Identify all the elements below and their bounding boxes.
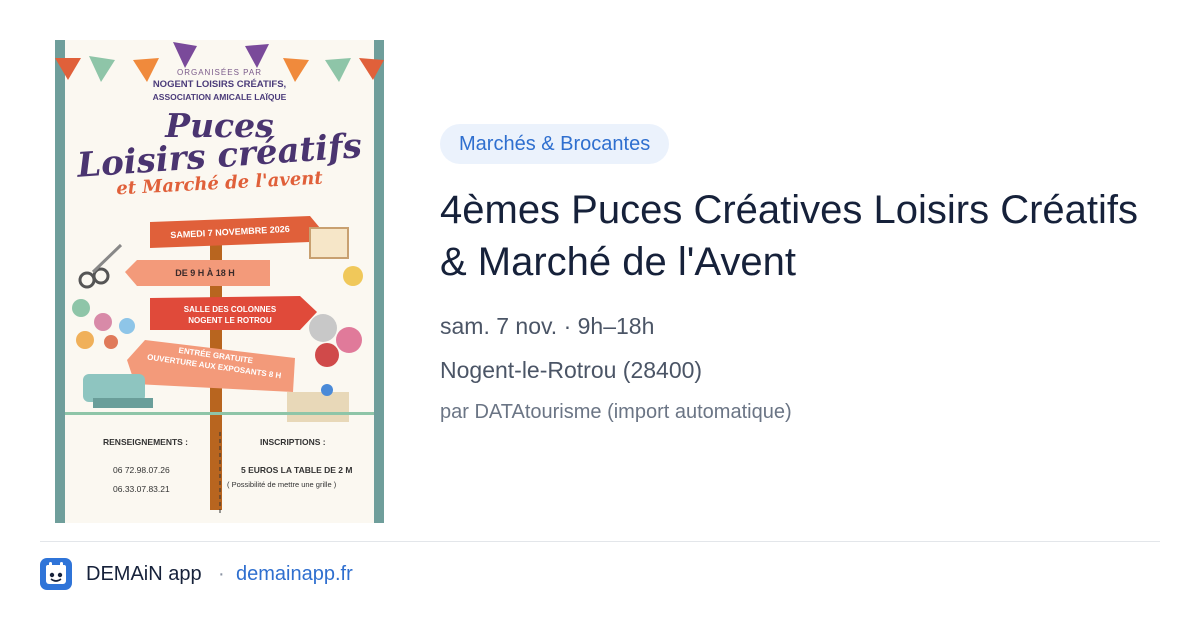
app-logo-icon	[40, 558, 72, 590]
event-poster-image: ORGANISÉES PAR NOGENT LOISIRS CRÉATIFS, …	[55, 40, 384, 523]
poster-sign-place: SALLE DES COLONNES NOGENT LE ROTROU	[155, 304, 305, 326]
event-datetime: sam. 7 nov. · 9h–18h	[440, 313, 655, 339]
footer-separator: ·	[218, 563, 225, 585]
poster-price-note: ( Possibilité de mettre une grille )	[227, 480, 337, 489]
poster-sign-place-line2: NOGENT LE ROTROU	[188, 316, 272, 325]
event-share-card: ORGANISÉES PAR NOGENT LOISIRS CRÉATIFS, …	[0, 0, 1200, 630]
event-source: par DATAtourisme (import automatique)	[440, 401, 792, 423]
poster-organised-by: ORGANISÉES PAR	[177, 68, 262, 77]
event-location: Nogent-le-Rotrou (28400)	[440, 357, 703, 383]
poster-sign-place-line1: SALLE DES COLONNES	[183, 305, 277, 314]
event-title: 4èmes Puces Créatives Loisirs Créatifs &…	[440, 188, 1139, 284]
poster-registration-label: INSCRIPTIONS :	[260, 437, 326, 447]
poster-phone-1: 06 72.98.07.26	[113, 465, 170, 475]
app-name: DEMAiN app	[86, 563, 202, 585]
footer-divider	[40, 541, 1160, 542]
poster-sign-hours: DE 9 H À 18 H	[175, 268, 235, 278]
app-website-link[interactable]: demainapp.fr	[236, 563, 353, 586]
poster-org-assoc: ASSOCIATION AMICALE LAÏQUE	[152, 92, 287, 102]
category-badge: Marchés & Brocantes	[440, 124, 670, 164]
poster-org-name: NOGENT LOISIRS CRÉATIFS,	[152, 79, 287, 90]
poster-phone-2: 06.33.07.83.21	[113, 484, 170, 494]
poster-info-label: RENSEIGNEMENTS :	[103, 437, 189, 447]
poster-price: 5 EUROS LA TABLE DE 2 M	[241, 465, 353, 475]
